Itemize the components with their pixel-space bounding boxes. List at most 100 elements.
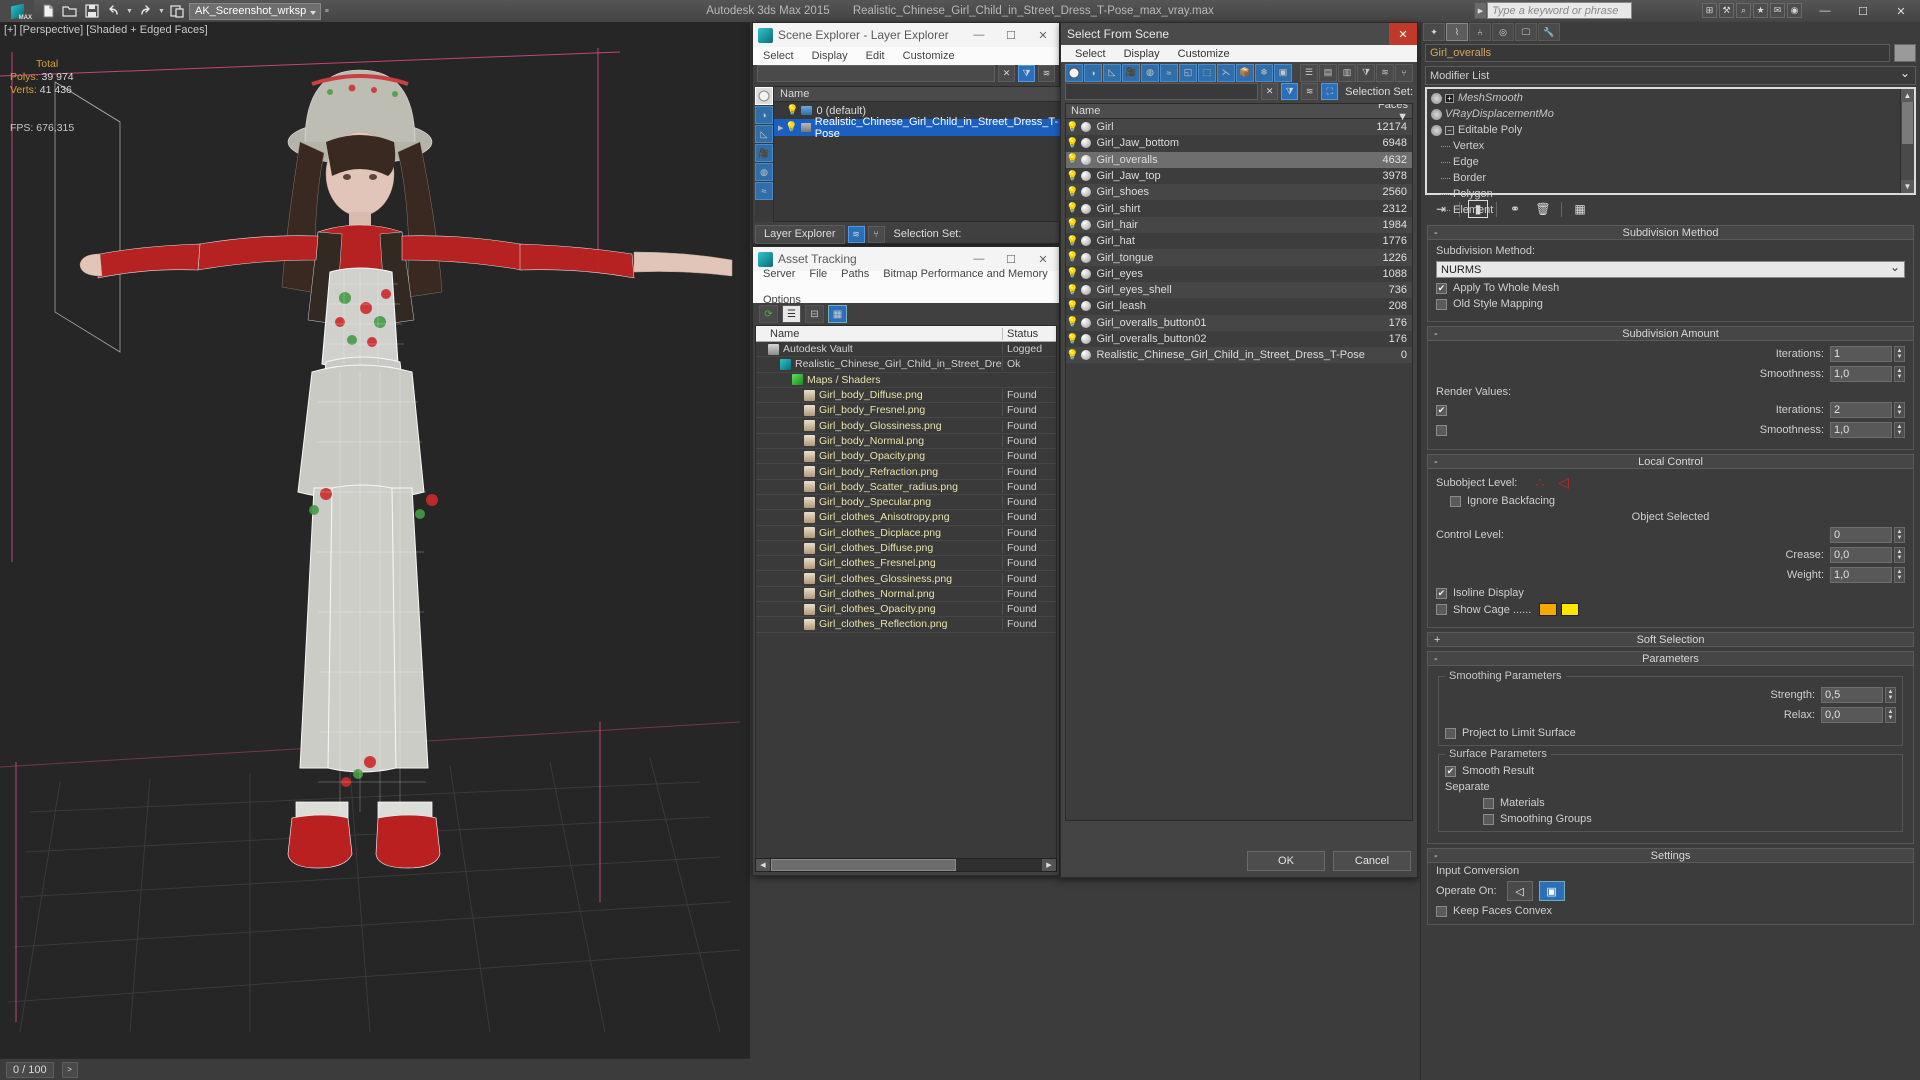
asset-row[interactable]: Girl_clothes_Fresnel.png Found [756, 556, 1056, 572]
weight-input[interactable]: 1,0 [1830, 567, 1892, 583]
object-light-bulb-icon[interactable]: 💡 [1066, 154, 1078, 165]
collapse-modifier-icon[interactable]: − [1445, 125, 1454, 135]
sfs-filter-geometry-icon[interactable] [1065, 63, 1083, 82]
sfs-filter-xrefs-icon[interactable]: ⬚ [1198, 63, 1216, 82]
object-light-bulb-icon[interactable]: 💡 [1066, 236, 1078, 247]
iterations-spinner[interactable]: ▲ ▼ [1894, 346, 1905, 362]
cage-color-swatch-1[interactable] [1539, 603, 1558, 616]
workspace-selector[interactable]: AK_Screenshot_wrksp [189, 2, 322, 20]
frame-counter-field[interactable]: 0 / 100 [6, 1061, 54, 1078]
tab-modify[interactable]: ⌇ [1446, 23, 1468, 41]
filter-spacewarps-icon[interactable]: ≈ [755, 182, 773, 200]
undo-icon[interactable] [103, 2, 124, 21]
isoline-display-checkbox[interactable]: ✔ [1436, 587, 1447, 599]
modifier-stack-row[interactable]: Polygon [1427, 186, 1900, 202]
subobject-edge-icon[interactable]: ◁ [1558, 474, 1569, 491]
ignore-backfacing-checkbox[interactable] [1450, 495, 1461, 507]
ok-button[interactable]: OK [1247, 851, 1325, 871]
object-light-bulb-icon[interactable]: 💡 [1066, 317, 1078, 328]
asset-row[interactable]: Girl_body_Opacity.png Found [756, 449, 1056, 465]
asset-row[interactable]: Girl_clothes_Diffuse.png Found [756, 541, 1056, 557]
modifier-stack-row[interactable]: − Editable Poly [1427, 122, 1900, 138]
scene-object-row[interactable]: 💡 Girl_Jaw_bottom 6948 [1066, 135, 1412, 151]
filter-geometry-icon[interactable] [755, 87, 773, 105]
open-file-icon[interactable] [59, 2, 80, 21]
smooth-result-row[interactable]: ✔ Smooth Result [1445, 765, 1896, 777]
asset-row[interactable]: Girl_body_Specular.png Found [756, 495, 1056, 511]
scene-explorer-search-input[interactable] [757, 65, 995, 82]
scroll-left-icon[interactable]: ◀ [756, 859, 770, 871]
object-light-bulb-icon[interactable]: 💡 [1066, 285, 1078, 296]
comment-icon[interactable]: ✉ [1770, 3, 1785, 18]
scene-explorer-column-name[interactable]: Name [774, 87, 1060, 102]
object-color-swatch[interactable] [1894, 44, 1916, 62]
old-style-mapping-row[interactable]: Old Style Mapping [1436, 298, 1905, 310]
separate-materials-row[interactable]: Materials [1445, 797, 1896, 809]
render-smoothness-input[interactable]: 1,0 [1830, 422, 1892, 438]
parameters-header[interactable]: - Parameters [1427, 651, 1914, 666]
asset-row[interactable]: Girl_body_Fresnel.png Found [756, 403, 1056, 419]
redo-icon[interactable] [135, 2, 156, 21]
sfs-col-faces[interactable]: Faces ▼ [1366, 104, 1412, 123]
smoothness-input[interactable]: 1,0 [1830, 366, 1892, 382]
scene-object-row[interactable]: 💡 Girl_overalls_button01 176 [1066, 314, 1412, 331]
at-menu-bitmap[interactable]: Bitmap Performance and Memory [883, 268, 1047, 280]
iterations-input[interactable]: 1 [1830, 346, 1892, 362]
object-light-bulb-icon[interactable]: 💡 [1066, 219, 1078, 230]
local-control-header[interactable]: - Local Control [1427, 454, 1914, 469]
list-view-icon[interactable]: ☰ [782, 305, 801, 323]
sfs-filter-spacewarps-icon[interactable]: ≈ [1160, 63, 1178, 82]
subobject-vertex-icon[interactable]: ∴ [1535, 474, 1544, 491]
render-iterations-spinner[interactable]: ▲ ▼ [1894, 402, 1905, 418]
object-light-bulb-icon[interactable]: 💡 [1066, 334, 1078, 345]
account-icon[interactable]: ◉ [1787, 3, 1802, 18]
minimize-button[interactable]: — [1806, 0, 1844, 22]
light-bulb-icon[interactable]: 💡 [786, 105, 798, 116]
sfs-filter-particles-icon[interactable]: ❄ [1255, 63, 1273, 82]
weight-spinner[interactable]: ▲ ▼ [1894, 567, 1905, 583]
sfs-close-button[interactable]: ✕ [1389, 23, 1417, 45]
object-light-bulb-icon[interactable]: 💡 [1066, 203, 1078, 214]
keep-faces-convex-checkbox[interactable] [1436, 905, 1447, 917]
asset-row[interactable]: Girl_clothes_Glossiness.png Found [756, 571, 1056, 587]
scene-object-row[interactable]: 💡 Girl_eyes_shell 736 [1066, 281, 1412, 299]
command-panel[interactable]: ✦ ⌇ ⑃ ◎ 🖵 🔧 Girl_overalls Modifier List … [1420, 22, 1920, 1080]
modifier-stack-row[interactable]: + MeshSmooth [1427, 90, 1900, 106]
apply-whole-mesh-row[interactable]: ✔ Apply To Whole Mesh [1436, 282, 1905, 294]
tab-create[interactable]: ✦ [1423, 23, 1445, 41]
sfs-layers-icon[interactable]: ≋ [1376, 63, 1394, 82]
sfs-filter-shapes-icon[interactable]: ◑ [1084, 63, 1102, 82]
scene-object-row[interactable]: 💡 Girl_leash 208 [1066, 298, 1412, 314]
help-search-icon[interactable]: ⌕ [1736, 3, 1751, 18]
settings-toggle[interactable]: - [1434, 850, 1438, 862]
close-button[interactable]: ✕ [1882, 0, 1920, 22]
se-menu-customize[interactable]: Customize [903, 50, 955, 62]
at-col-status[interactable]: Status [1002, 327, 1056, 340]
ignore-backfacing-row[interactable]: Ignore Backfacing [1436, 495, 1905, 507]
cancel-button[interactable]: Cancel [1333, 851, 1411, 871]
stack-scroll-up-icon[interactable]: ▲ [1901, 89, 1914, 102]
apply-whole-mesh-checkbox[interactable]: ✔ [1436, 282, 1447, 294]
operate-on-polygons-icon[interactable]: ▣ [1538, 881, 1565, 901]
sfs-filter-bones-icon[interactable]: ⋋ [1217, 63, 1235, 82]
asset-row[interactable]: Realistic_Chinese_Girl_Child_in_Street_D… [756, 357, 1056, 373]
scene-object-row[interactable]: 💡 Girl_shirt 2312 [1066, 200, 1412, 216]
modifier-stack-scrollbar[interactable]: ▲ ▼ [1900, 89, 1914, 193]
modifier-toggle-icon[interactable] [1431, 108, 1442, 120]
scene-object-row[interactable]: 💡 Realistic_Chinese_Girl_Child_in_Street_… [1066, 347, 1412, 364]
sfs-expand-icon[interactable]: ▥ [1338, 63, 1356, 82]
asset-row[interactable]: Girl_clothes_Anisotropy.png Found [756, 510, 1056, 526]
3dsmax-logo-icon[interactable]: MAX [0, 0, 34, 22]
sfs-menu-select[interactable]: Select [1075, 48, 1106, 60]
sfs-search-input[interactable] [1065, 83, 1259, 100]
new-file-icon[interactable] [37, 2, 58, 21]
relax-spinner[interactable]: ▲ ▼ [1885, 707, 1896, 723]
refresh-icon[interactable]: ⟳ [759, 305, 778, 323]
layer-row[interactable]: ▶ 💡 Realistic_Chinese_Girl_Child_in_Street… [774, 116, 1060, 140]
modifier-stack[interactable]: + MeshSmooth VRayDisplacementMo − Editable P… [1425, 87, 1916, 216]
tab-motion[interactable]: ◎ [1492, 23, 1514, 41]
star-icon[interactable]: ★ [1753, 3, 1768, 18]
se-menu-select[interactable]: Select [763, 50, 794, 62]
asset-row[interactable]: Girl_body_Refraction.png Found [756, 464, 1056, 480]
object-light-bulb-icon[interactable]: 💡 [1066, 171, 1078, 182]
